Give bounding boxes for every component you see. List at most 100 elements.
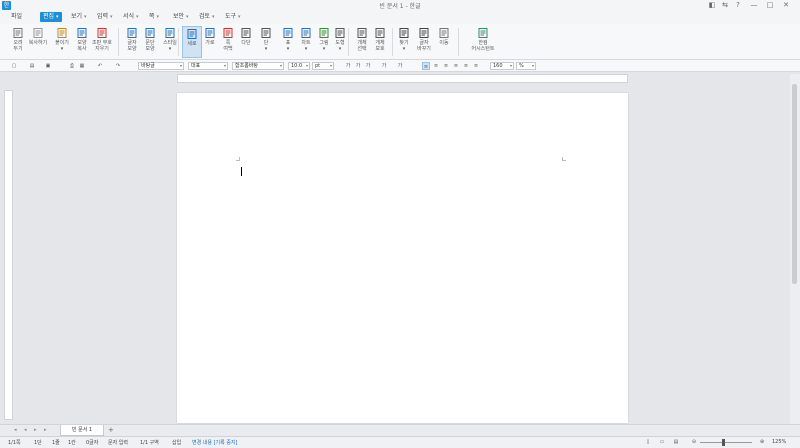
format-copy-button[interactable]: 모양 복사 — [72, 26, 92, 58]
help-icon[interactable]: ? — [732, 0, 744, 10]
redo-icon[interactable]: ↷ — [114, 62, 122, 70]
align-distribute-icon[interactable]: ≡ — [462, 62, 470, 70]
align-left-icon[interactable]: ≡ — [432, 62, 440, 70]
search-ai-button[interactable]: 한컴 어시스턴트 — [466, 26, 500, 58]
select-obj-button[interactable]: 개체 선택 — [352, 26, 372, 58]
table-button[interactable]: 표 ▾ — [278, 26, 298, 58]
close-button[interactable]: ✕ — [780, 0, 792, 10]
layout-icon[interactable]: ◧ — [706, 0, 718, 10]
zoom-slider-handle[interactable] — [722, 439, 725, 446]
line-spacing-input[interactable]: 160 ▾ — [490, 62, 514, 70]
menu-item[interactable]: 쪽 ▾ — [146, 12, 162, 22]
language-select[interactable]: 대표 ▾ — [188, 62, 228, 70]
status-item[interactable]: 1칸 — [68, 439, 76, 446]
unit-select[interactable]: pt ▾ — [312, 62, 334, 70]
vertical-scrollbar[interactable] — [790, 74, 800, 424]
strike-icon[interactable]: 가 — [380, 62, 388, 70]
margin-button[interactable]: 쪽 여백 — [218, 26, 238, 58]
font-select[interactable]: 함초롬바탕 ▾ — [232, 62, 284, 70]
ribbon-sublabel: 지우기 — [95, 46, 109, 52]
find-button[interactable]: 찾기 ▾ — [394, 26, 414, 58]
menu-item[interactable]: 편집 ▾ — [40, 12, 62, 22]
copy-button[interactable]: 복사하기 — [28, 26, 48, 58]
status-item[interactable]: 삽입 — [172, 439, 181, 446]
status-item[interactable]: 변경 내용 [기록 중지] — [192, 439, 237, 446]
status-item[interactable]: 1줄 — [52, 439, 60, 446]
arrange-obj-button[interactable]: 개체 보호 — [370, 26, 390, 58]
status-item[interactable]: 1단 — [34, 439, 42, 446]
chevron-down-icon: ▾ — [84, 14, 87, 20]
zoom-out-icon[interactable]: ⊖ — [690, 438, 698, 446]
style-button[interactable]: 스타일 ▾ — [160, 26, 180, 58]
align-right-icon[interactable]: ≡ — [452, 62, 460, 70]
ribbon-sublabel: 어시스턴트 — [471, 46, 495, 52]
align-divide-icon[interactable]: ≡ — [472, 62, 480, 70]
vertical-ruler[interactable] — [4, 90, 13, 420]
columns-button[interactable]: 다단 — [236, 26, 256, 58]
status-item[interactable]: 1/1 구역 — [140, 439, 159, 446]
sync-icon[interactable]: ⇆ — [719, 0, 731, 10]
ribbon-sublabel: 모양 — [127, 46, 137, 52]
paste-button[interactable]: 붙이기 ▾ — [52, 26, 72, 58]
align-center-icon[interactable]: ≡ — [442, 62, 450, 70]
char-shape-button[interactable]: 글자 모양 — [122, 26, 142, 58]
page-view-icon[interactable]: ▯ — [644, 438, 652, 446]
zoom-slider[interactable] — [700, 442, 752, 443]
prev-tab-icon[interactable]: ◂ — [24, 427, 27, 433]
para-shape-button[interactable]: 문단 모양 — [140, 26, 160, 58]
percent-select[interactable]: % ▾ — [516, 62, 536, 70]
font-color-icon[interactable]: 가 — [396, 62, 404, 70]
numbering-icon — [260, 27, 272, 39]
clear-format-button[interactable]: 조판 부호 지우기 — [92, 26, 112, 58]
menu-item[interactable]: 입력 ▾ — [94, 12, 116, 22]
horizontal-layout-icon — [204, 27, 216, 39]
undo-icon[interactable]: ↶ — [96, 62, 104, 70]
numbering-button[interactable]: 단 ▾ — [256, 26, 276, 58]
ribbon-sublabel: 두기 — [13, 46, 23, 52]
print-icon[interactable]: ⎙ — [68, 62, 76, 70]
ribbon-sublabel: 바꾸기 — [417, 46, 431, 52]
goto-button[interactable]: 이동 — [434, 26, 454, 58]
menu-item[interactable]: 파일 — [8, 12, 25, 22]
replace-button[interactable]: 글자 바꾸기 — [414, 26, 434, 58]
open-folder-icon[interactable]: ▤ — [28, 62, 36, 70]
preview-icon[interactable]: ▦ — [78, 62, 86, 70]
shape-button[interactable]: 도형 ▾ — [330, 26, 350, 58]
align-justify-icon[interactable]: ≡ — [422, 62, 430, 70]
save-icon[interactable]: ▣ — [44, 62, 52, 70]
cut-button[interactable]: 오려 두기 — [8, 26, 28, 58]
scroll-thumb[interactable] — [792, 84, 797, 284]
document-tab-strip: ◂ ◂ ▸ ▸ 빈 문서 1 + — [0, 424, 800, 436]
margin-corner-mark — [562, 157, 566, 161]
last-tab-icon[interactable]: ▸ — [44, 427, 47, 433]
status-item[interactable]: 0글자 — [86, 439, 98, 446]
next-tab-icon[interactable]: ▸ — [34, 427, 37, 433]
add-tab-button[interactable]: + — [108, 426, 116, 434]
maximize-button[interactable]: □ — [764, 0, 776, 10]
style-select[interactable]: 바탕글 ▾ — [138, 62, 184, 70]
menu-item[interactable]: 도구 ▾ — [222, 12, 244, 22]
minimize-button[interactable]: — — [748, 0, 760, 10]
tab-document[interactable]: 빈 문서 1 — [60, 425, 104, 436]
outline-view-icon[interactable]: ▤ — [672, 438, 680, 446]
status-item[interactable]: 문자 입력 — [108, 439, 128, 446]
italic-icon[interactable]: 가 — [354, 62, 362, 70]
menu-item[interactable]: 보기 ▾ — [68, 12, 90, 22]
web-view-icon[interactable]: ▭ — [658, 438, 666, 446]
underline-icon[interactable]: 가 — [364, 62, 372, 70]
document-page[interactable] — [177, 93, 628, 423]
bold-icon[interactable]: 가 — [344, 62, 352, 70]
chart-button[interactable]: 차트 ▾ — [296, 26, 316, 58]
status-item[interactable]: 1/1쪽 — [8, 439, 21, 446]
zoom-in-icon[interactable]: ⊕ — [758, 438, 766, 446]
menu-item[interactable]: 검토 ▾ — [196, 12, 218, 22]
new-doc-icon[interactable]: ▢ — [10, 62, 18, 70]
font-size-input[interactable]: 10.0 ▾ — [288, 62, 310, 70]
horizontal-button[interactable]: 가로 — [200, 26, 220, 58]
zoom-level[interactable]: 125% — [772, 439, 786, 445]
menu-item[interactable]: 보안 ▾ — [170, 12, 192, 22]
vertical-button[interactable]: 세로 — [182, 26, 202, 58]
first-tab-icon[interactable]: ◂ — [14, 427, 17, 433]
horizontal-ruler[interactable] — [177, 74, 628, 83]
menu-item[interactable]: 서식 ▾ — [120, 12, 142, 22]
